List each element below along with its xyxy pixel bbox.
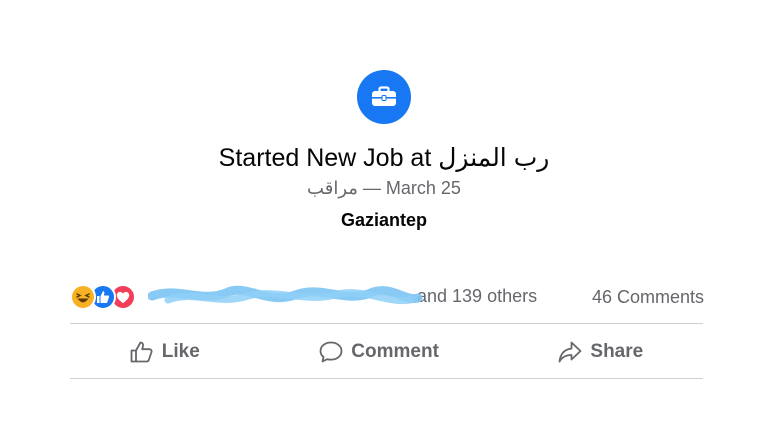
divider: [70, 323, 703, 324]
reactors-others-count: and 139 others: [417, 285, 538, 306]
divider: [70, 378, 703, 379]
share-arrow-icon: [558, 341, 582, 363]
share-button[interactable]: Share: [546, 335, 655, 369]
like-button[interactable]: Like: [118, 335, 212, 369]
reaction-icons[interactable]: [70, 284, 136, 310]
reactions-bar: and 139 others 46 Comments: [70, 282, 704, 312]
life-event-date[interactable]: مراقب — March 25: [0, 176, 768, 200]
life-event-title: Started New Job at رب المنزل: [218, 144, 550, 172]
comments-count[interactable]: 46 Comments: [592, 287, 704, 308]
post-actions: Like Comment Share: [70, 330, 703, 374]
comment-bubble-icon: [319, 341, 343, 363]
briefcase-icon: [357, 70, 411, 124]
redacted-names-scribble: [148, 285, 423, 308]
comment-button[interactable]: Comment: [307, 335, 451, 369]
life-event-card: Started New Job at رب المنزل مراقب — Mar…: [0, 70, 768, 232]
comment-button-label: Comment: [351, 341, 439, 362]
share-button-label: Share: [590, 341, 644, 362]
thumbs-up-icon: [130, 341, 154, 363]
haha-reaction-icon: [70, 284, 96, 310]
like-button-label: Like: [161, 341, 200, 362]
reactors-summary[interactable]: and 139 others: [148, 285, 538, 308]
life-event-location[interactable]: Gaziantep: [0, 208, 768, 232]
